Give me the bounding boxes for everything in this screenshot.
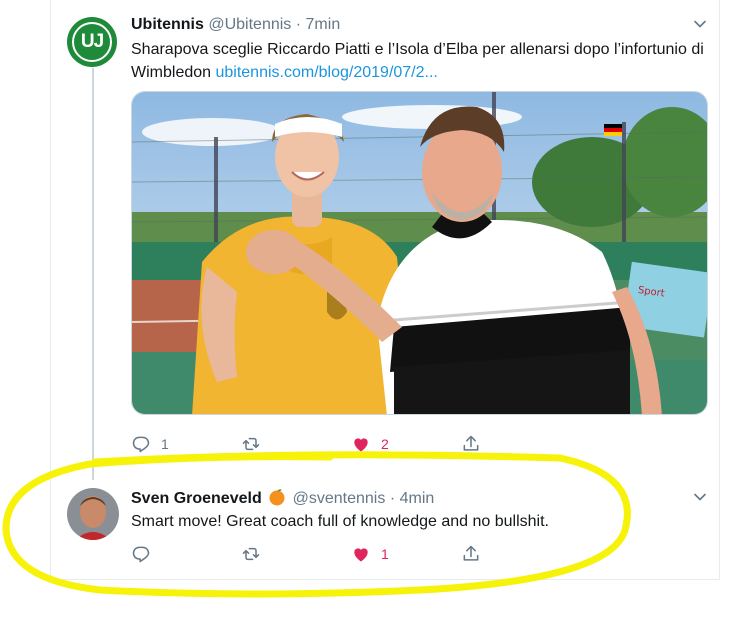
ubitennis-avatar[interactable]: UJ bbox=[67, 17, 117, 67]
reply-icon bbox=[132, 546, 150, 563]
tweet-text: Sharapova sceglie Riccardo Piatti e l’Is… bbox=[131, 38, 711, 84]
like-action[interactable]: 2 bbox=[351, 432, 389, 456]
share-action[interactable] bbox=[461, 542, 481, 566]
orange-emoji-icon bbox=[269, 489, 285, 506]
reply-author-name[interactable]: Sven Groeneveld bbox=[131, 490, 262, 507]
reply-action[interactable] bbox=[131, 542, 161, 566]
retweet-icon bbox=[242, 437, 260, 451]
tweet-photo[interactable]: Sport bbox=[131, 91, 708, 415]
tweet-header: Ubitennis @Ubitennis · 7min bbox=[131, 15, 340, 35]
reply-action[interactable]: 1 bbox=[131, 432, 169, 456]
author-name[interactable]: Ubitennis bbox=[131, 16, 204, 33]
avatar-photo bbox=[67, 488, 119, 540]
separator-dot: · bbox=[295, 16, 302, 33]
tweet-link[interactable]: ubitennis.com/blog/2019/07/2... bbox=[215, 64, 437, 81]
like-action[interactable]: 1 bbox=[351, 542, 389, 566]
retweet-icon bbox=[242, 547, 260, 561]
reply-actions: 1 bbox=[131, 542, 491, 566]
photo-image: Sport bbox=[132, 92, 707, 414]
heart-icon bbox=[354, 548, 368, 562]
reply-time[interactable]: 4min bbox=[400, 490, 435, 507]
author-handle[interactable]: @Ubitennis bbox=[208, 16, 291, 33]
chevron-down-icon[interactable] bbox=[693, 17, 707, 31]
sven-avatar[interactable] bbox=[67, 488, 119, 540]
like-count: 1 bbox=[381, 546, 389, 562]
thread-line bbox=[92, 68, 94, 480]
reply-handle[interactable]: @sventennis bbox=[293, 490, 386, 507]
like-count: 2 bbox=[381, 436, 389, 452]
separator-dot: · bbox=[389, 490, 396, 507]
tweet-actions: 1 2 bbox=[131, 432, 491, 456]
retweet-action[interactable] bbox=[241, 432, 271, 456]
chevron-down-icon[interactable] bbox=[693, 490, 707, 504]
reply-count: 1 bbox=[161, 436, 169, 452]
tweet-time[interactable]: 7min bbox=[306, 16, 341, 33]
avatar-logo-text: UJ bbox=[72, 22, 112, 62]
heart-icon bbox=[354, 438, 368, 452]
share-icon bbox=[463, 435, 479, 451]
retweet-action[interactable] bbox=[241, 542, 271, 566]
reply-text: Smart move! Great coach full of knowledg… bbox=[131, 513, 549, 530]
reply-icon bbox=[132, 436, 150, 453]
share-icon bbox=[463, 545, 479, 561]
share-action[interactable] bbox=[461, 432, 481, 456]
reply-header: Sven Groeneveld @sventennis · 4min bbox=[131, 488, 434, 509]
